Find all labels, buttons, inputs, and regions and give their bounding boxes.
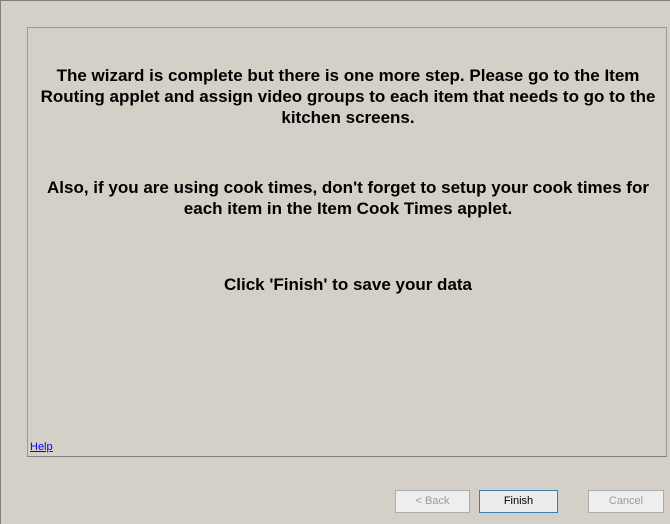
window-top-border	[0, 0, 670, 1]
cancel-button[interactable]: Cancel	[588, 490, 664, 513]
completion-message: The wizard is complete but there is one …	[40, 66, 656, 127]
cook-times-message: Also, if you are using cook times, don't…	[47, 178, 649, 218]
wizard-window: The wizard is complete but there is one …	[0, 0, 670, 524]
back-button[interactable]: < Back	[395, 490, 470, 513]
help-link[interactable]: Help	[30, 441, 53, 453]
window-left-border	[0, 0, 1, 524]
finish-button[interactable]: Finish	[479, 490, 558, 513]
button-bar-divider	[27, 456, 667, 457]
wizard-content-panel: The wizard is complete but there is one …	[27, 27, 667, 457]
finish-instruction: Click 'Finish' to save your data	[223, 275, 473, 294]
